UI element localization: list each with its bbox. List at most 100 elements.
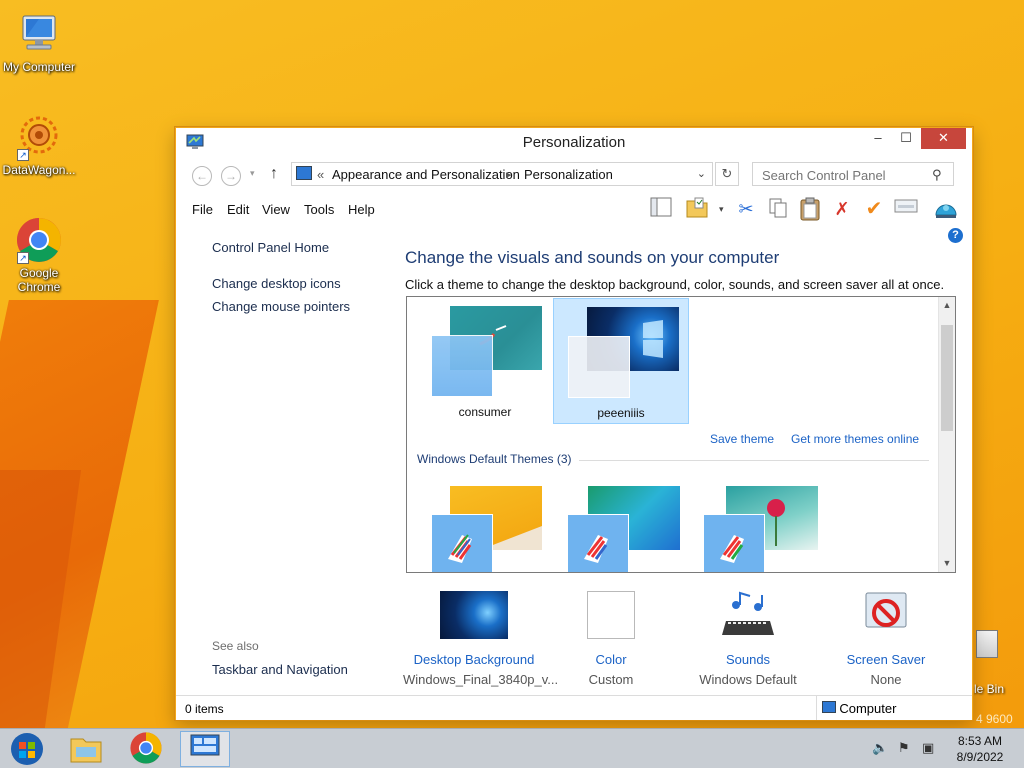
folder-properties-icon[interactable] bbox=[685, 197, 709, 221]
link-control-panel-home[interactable]: Control Panel Home bbox=[212, 240, 329, 255]
page-heading: Change the visuals and sounds on your co… bbox=[405, 248, 780, 267]
group-divider bbox=[579, 460, 929, 461]
theme-default-lines[interactable] bbox=[553, 477, 689, 572]
forward-button[interactable]: → bbox=[221, 166, 241, 186]
shortcut-arrow-icon: ↗ bbox=[17, 252, 29, 264]
action-center-icon[interactable]: ▣ bbox=[922, 740, 934, 756]
search-input[interactable] bbox=[752, 162, 954, 186]
desktop-icon-datawagon[interactable]: ↗ DataWagon... bbox=[0, 113, 78, 177]
taskbar-clock[interactable]: 8:53 AM 8/9/2022 bbox=[950, 733, 1010, 765]
chrome-icon: ↗ bbox=[15, 216, 63, 264]
menu-help[interactable]: Help bbox=[348, 202, 375, 217]
search-icon[interactable]: ⚲ bbox=[932, 167, 942, 183]
theme-consumer[interactable]: consumer bbox=[417, 298, 553, 424]
link-taskbar-navigation[interactable]: Taskbar and Navigation bbox=[212, 662, 348, 677]
menu-view[interactable]: View bbox=[262, 202, 290, 217]
breadcrumb-personalization[interactable]: Personalization bbox=[524, 167, 613, 182]
link-change-mouse-pointers[interactable]: Change mouse pointers bbox=[212, 299, 350, 314]
clock-time: 8:53 AM bbox=[957, 734, 1003, 748]
network-error-icon[interactable]: ⚑ bbox=[898, 740, 910, 756]
help-icon[interactable]: ? bbox=[948, 228, 963, 243]
recent-pages-chevron-icon[interactable]: ▾ bbox=[250, 168, 255, 179]
clock-date: 8/9/2022 bbox=[956, 750, 1004, 764]
undo-checkmark-icon[interactable]: ✔ bbox=[862, 197, 886, 221]
taskbar-file-explorer[interactable] bbox=[61, 731, 111, 767]
color-setting[interactable]: Color Custom bbox=[540, 591, 682, 687]
page-description: Click a theme to change the desktop back… bbox=[405, 277, 945, 292]
theme-peeeniiis[interactable]: peeeniiis bbox=[553, 298, 689, 424]
desktop-icon-my-computer[interactable]: My Computer bbox=[0, 10, 78, 74]
start-button[interactable] bbox=[2, 731, 52, 767]
theme-default-flowers[interactable] bbox=[689, 477, 825, 572]
personalization-globe-icon[interactable] bbox=[933, 197, 957, 221]
desktop-icon-label: DataWagon... bbox=[2, 163, 76, 177]
menu-file[interactable]: File bbox=[192, 202, 213, 217]
cut-icon[interactable]: ✂ bbox=[734, 197, 758, 221]
taskbar-control-panel[interactable] bbox=[180, 731, 230, 767]
get-more-themes-link[interactable]: Get more themes online bbox=[791, 432, 919, 446]
setting-value: Custom bbox=[588, 672, 634, 687]
paste-icon[interactable] bbox=[798, 197, 822, 221]
theme-color-swatch bbox=[567, 514, 629, 572]
menu-tools[interactable]: Tools bbox=[304, 202, 334, 217]
link-change-desktop-icons[interactable]: Change desktop icons bbox=[212, 276, 341, 291]
preview-pane-icon[interactable] bbox=[649, 197, 673, 221]
setting-title[interactable]: Color bbox=[540, 652, 682, 667]
title-bar[interactable]: Personalization – ☐ ✕ bbox=[176, 128, 972, 156]
refresh-button[interactable]: ↻ bbox=[715, 162, 739, 186]
theme-color-swatch bbox=[431, 514, 493, 572]
delete-icon[interactable]: ✗ bbox=[830, 197, 854, 221]
menu-edit[interactable]: Edit bbox=[227, 202, 249, 217]
scroll-up-icon[interactable]: ▲ bbox=[939, 300, 955, 310]
setting-title[interactable]: Sounds bbox=[677, 652, 819, 667]
datawagon-icon: ↗ bbox=[15, 113, 63, 161]
address-dropdown-icon[interactable]: ⌄ bbox=[697, 167, 706, 180]
properties-icon[interactable] bbox=[894, 197, 918, 221]
scrollbar-thumb[interactable] bbox=[941, 325, 953, 431]
desktop-background-thumbnail bbox=[440, 591, 508, 639]
themes-scrollbar[interactable]: ▲ ▼ bbox=[938, 297, 955, 572]
breadcrumb-separator-icon[interactable]: ▸ bbox=[506, 168, 512, 181]
control-panel-icon bbox=[296, 166, 312, 180]
desktop-background-setting[interactable]: Desktop Background Windows_Final_3840p_v… bbox=[403, 591, 558, 687]
desktop-icon-chrome[interactable]: ↗ Google Chrome bbox=[0, 216, 78, 294]
shortcut-arrow-icon: ↗ bbox=[17, 149, 29, 161]
back-button[interactable]: ← bbox=[192, 166, 212, 186]
maximize-button[interactable]: ☐ bbox=[892, 128, 920, 149]
computer-icon bbox=[15, 10, 63, 58]
status-bar: 0 items Computer bbox=[176, 695, 972, 720]
save-theme-link[interactable]: Save theme bbox=[710, 432, 774, 446]
scroll-down-icon[interactable]: ▼ bbox=[939, 558, 955, 568]
speaker-muted-icon[interactable]: 🔈 bbox=[872, 740, 888, 756]
folder-properties-dropdown-icon[interactable]: ▾ bbox=[719, 204, 724, 215]
theme-name: peeeniiis bbox=[597, 406, 645, 420]
status-zone-label: Computer bbox=[839, 701, 897, 716]
computer-icon bbox=[822, 701, 836, 713]
themes-list[interactable]: consumer peeeniiis Save theme Get more t… bbox=[406, 296, 956, 573]
close-button[interactable]: ✕ bbox=[921, 128, 966, 149]
minimize-button[interactable]: – bbox=[864, 128, 892, 149]
breadcrumb-appearance[interactable]: Appearance and Personalization bbox=[332, 167, 520, 182]
screen-saver-setting[interactable]: Screen Saver None bbox=[815, 591, 957, 687]
desktop-watermark: 4 9600 bbox=[976, 712, 1013, 726]
taskbar-chrome[interactable] bbox=[121, 731, 171, 767]
setting-title[interactable]: Desktop Background bbox=[403, 652, 545, 667]
left-pane: Control Panel Home Change desktop icons … bbox=[176, 226, 388, 696]
default-themes-group-title: Windows Default Themes (3) bbox=[417, 452, 572, 466]
personalization-window: Personalization – ☐ ✕ ← → ▾ ↑ « Appearan… bbox=[175, 127, 973, 720]
theme-default-windows[interactable] bbox=[417, 477, 553, 572]
desktop-icon-label: cle Bin bbox=[968, 682, 1005, 696]
address-row: ← → ▾ ↑ « Appearance and Personalization… bbox=[176, 158, 972, 192]
copy-icon[interactable] bbox=[766, 197, 790, 221]
address-bar[interactable]: « Appearance and Personalization ▸ Perso… bbox=[291, 162, 713, 186]
setting-title[interactable]: Screen Saver bbox=[815, 652, 957, 667]
sounds-setting[interactable]: Sounds Windows Default bbox=[677, 591, 819, 687]
recycle-bin-icon bbox=[976, 630, 998, 658]
theme-name: consumer bbox=[458, 405, 512, 419]
screen-saver-icon bbox=[852, 591, 920, 639]
desktop-icon-recycle-bin[interactable]: cle Bin bbox=[968, 630, 1024, 696]
color-swatch-icon bbox=[587, 591, 635, 639]
up-button[interactable]: ↑ bbox=[270, 165, 278, 183]
setting-value: Windows Default bbox=[699, 672, 797, 687]
desktop-icon-label: Google Chrome bbox=[17, 266, 61, 294]
